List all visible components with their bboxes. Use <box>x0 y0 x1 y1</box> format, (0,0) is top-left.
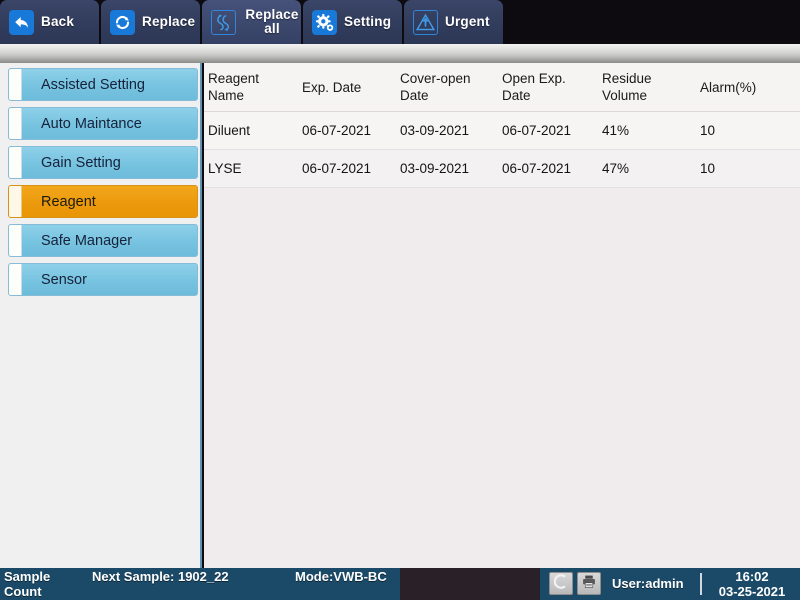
content-panel: Reagent Name Exp. Date Cover-open Date O… <box>204 63 800 568</box>
application-window: Back Replace Replace all Setting Urgent … <box>0 0 800 600</box>
sidebar-item-label: Gain Setting <box>41 154 121 171</box>
toolbar-button-back-label: Back <box>41 14 75 29</box>
column-header-cover-open-date: Cover-open Date <box>400 63 502 112</box>
status-bar: Sample Count Next Sample: 1902_22 Mode:V… <box>0 568 800 600</box>
table-row[interactable]: LYSE 06-07-2021 03-09-2021 06-07-2021 47… <box>204 149 800 188</box>
sidebar-item-gain-setting[interactable]: Gain Setting <box>8 146 198 179</box>
cell-exp-date: 06-07-2021 <box>302 111 400 150</box>
printer-icon <box>581 574 597 594</box>
reagent-table-header: Reagent Name Exp. Date Cover-open Date O… <box>204 63 800 112</box>
sidebar-panel: Assisted Setting Auto Maintance Gain Set… <box>0 63 202 568</box>
toolbar-button-urgent-label: Urgent <box>445 14 490 29</box>
column-header-reagent-name: Reagent Name <box>204 63 302 112</box>
toolbar-button-replace-all[interactable]: Replace all <box>202 0 301 44</box>
sidebar-item-body: Auto Maintance <box>22 108 197 139</box>
sidebar-item-edge <box>9 186 22 217</box>
sidebar-item-body: Reagent <box>22 186 197 217</box>
back-arrow-icon <box>9 9 34 35</box>
sidebar-item-edge <box>9 69 22 100</box>
status-next-sample: Next Sample: 1902_22 <box>92 569 229 584</box>
toolbar-divider-band <box>0 44 800 63</box>
table-header-row: Reagent Name Exp. Date Cover-open Date O… <box>204 63 800 112</box>
reagent-table-body: Diluent 06-07-2021 03-09-2021 06-07-2021… <box>204 111 800 188</box>
cell-alarm: 10 <box>700 111 800 150</box>
sidebar-item-sensor[interactable]: Sensor <box>8 263 198 296</box>
sidebar-item-reagent[interactable]: Reagent <box>8 185 198 218</box>
sidebar-item-edge <box>9 225 22 256</box>
column-header-alarm: Alarm(%) <box>700 63 800 112</box>
status-circle-icon-button[interactable] <box>549 572 573 595</box>
sidebar-item-edge <box>9 264 22 295</box>
sidebar-item-edge <box>9 108 22 139</box>
cell-cover-open-date: 03-09-2021 <box>400 149 502 188</box>
cell-open-exp-date: 06-07-2021 <box>502 111 602 150</box>
sidebar-item-body: Gain Setting <box>22 147 197 178</box>
sidebar-item-assisted-setting[interactable]: Assisted Setting <box>8 68 198 101</box>
cell-reagent-name: LYSE <box>204 149 302 188</box>
status-bar-dark-region <box>400 568 540 600</box>
toolbar-button-setting[interactable]: Setting <box>303 0 402 44</box>
sidebar-item-label: Reagent <box>41 193 96 210</box>
status-user: User:admin <box>612 576 684 591</box>
column-header-open-exp-date: Open Exp. Date <box>502 63 602 112</box>
column-header-exp-date: Exp. Date <box>302 63 400 112</box>
toolbar-button-urgent[interactable]: Urgent <box>404 0 503 44</box>
cell-alarm: 10 <box>700 149 800 188</box>
status-time: 16:02 <box>735 569 769 584</box>
sidebar-item-auto-maintance[interactable]: Auto Maintance <box>8 107 198 140</box>
cell-exp-date: 06-07-2021 <box>302 149 400 188</box>
toolbar-button-replace-all-label: Replace all <box>245 7 299 36</box>
cell-reagent-name: Diluent <box>204 111 302 150</box>
status-datetime: 16:02 03-25-2021 <box>706 569 798 599</box>
replace-all-icon <box>211 9 236 35</box>
status-mode: Mode:VWB-BC <box>295 569 387 584</box>
sidebar-item-body: Sensor <box>22 264 197 295</box>
toolbar-button-replace-label: Replace <box>142 14 196 29</box>
sidebar-item-label: Assisted Setting <box>41 76 145 93</box>
sidebar-item-edge <box>9 147 22 178</box>
status-sample-count: Sample Count <box>4 569 51 599</box>
sidebar-item-label: Sensor <box>41 271 87 288</box>
column-header-residue-volume: Residue Volume <box>602 63 700 112</box>
reagent-table: Reagent Name Exp. Date Cover-open Date O… <box>204 63 800 188</box>
refresh-icon <box>110 9 135 35</box>
status-divider <box>700 573 702 595</box>
warning-triangle-icon <box>413 9 438 35</box>
toolbar-button-replace[interactable]: Replace <box>101 0 200 44</box>
toolbar-tab-strip: Back Replace Replace all Setting Urgent <box>0 0 505 44</box>
sidebar-menu: Assisted Setting Auto Maintance Gain Set… <box>0 63 200 296</box>
sidebar-item-body: Safe Manager <box>22 225 197 256</box>
cell-open-exp-date: 06-07-2021 <box>502 149 602 188</box>
cell-residue-volume: 47% <box>602 149 700 188</box>
sidebar-item-label: Safe Manager <box>41 232 133 249</box>
status-circle-icon <box>553 573 569 594</box>
top-toolbar: Back Replace Replace all Setting Urgent <box>0 0 800 44</box>
status-date: 03-25-2021 <box>718 584 786 599</box>
cell-residue-volume: 41% <box>602 111 700 150</box>
cell-cover-open-date: 03-09-2021 <box>400 111 502 150</box>
print-button[interactable] <box>577 572 601 595</box>
toolbar-button-setting-label: Setting <box>344 14 392 29</box>
table-row[interactable]: Diluent 06-07-2021 03-09-2021 06-07-2021… <box>204 111 800 150</box>
sidebar-item-safe-manager[interactable]: Safe Manager <box>8 224 198 257</box>
sidebar-item-body: Assisted Setting <box>22 69 197 100</box>
toolbar-button-back[interactable]: Back <box>0 0 99 44</box>
sidebar-item-label: Auto Maintance <box>41 115 142 132</box>
gear-icon <box>312 9 337 35</box>
